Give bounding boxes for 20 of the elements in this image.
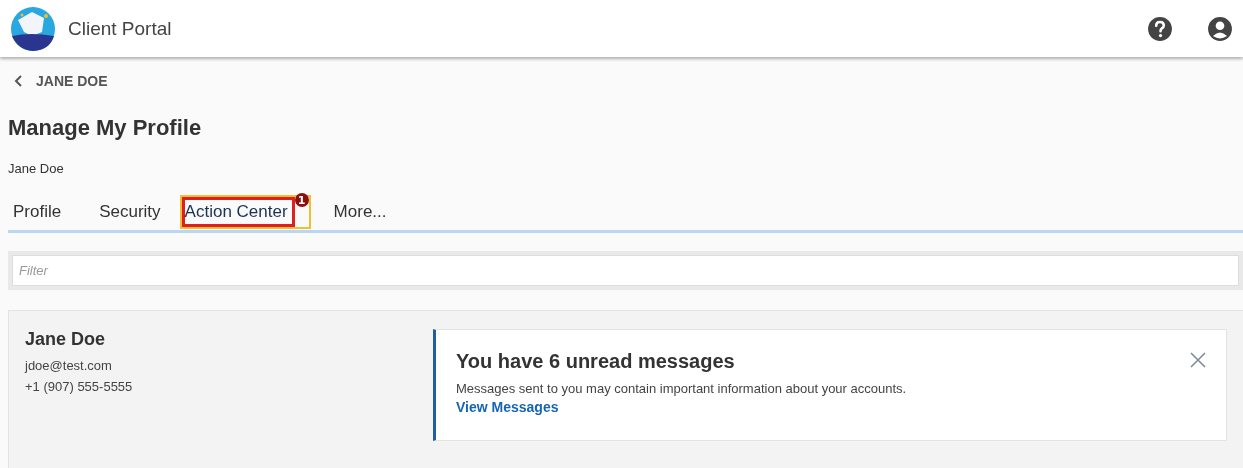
filter-field[interactable]: Filter xyxy=(12,255,1239,286)
contact-phone: +1 (907) 555-5555 xyxy=(25,379,134,394)
notification-message: Messages sent to you may contain important information about your accounts. xyxy=(456,381,907,396)
user-icon[interactable] xyxy=(1207,15,1233,42)
help-icon[interactable] xyxy=(1147,15,1173,42)
app-title: Client Portal xyxy=(68,17,173,40)
close-icon[interactable] xyxy=(1190,352,1206,368)
tab[interactable]: Profile xyxy=(10,197,69,227)
logo-icon xyxy=(10,5,56,52)
page-title: Manage My Profile xyxy=(8,115,203,141)
back-icon[interactable] xyxy=(14,75,24,87)
tab[interactable]: More... xyxy=(330,197,394,227)
count-badge: 1 xyxy=(294,193,309,207)
notification-title: You have 6 unread messages xyxy=(456,350,735,373)
page-subtitle: Jane Doe xyxy=(8,161,65,176)
view-messages-link[interactable]: View Messages xyxy=(456,399,559,415)
tab[interactable]: Security xyxy=(96,197,168,227)
breadcrumb-link[interactable]: JANE DOE xyxy=(36,73,108,89)
contact-name: Jane Doe xyxy=(25,329,107,350)
contact-email: jdoe@test.com xyxy=(25,358,113,373)
